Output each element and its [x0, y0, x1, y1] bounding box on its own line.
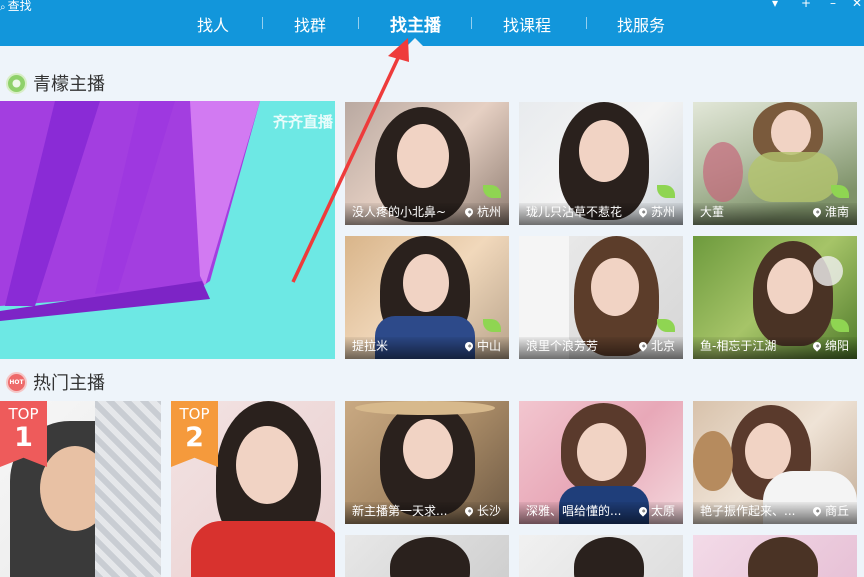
annotation-arrow	[291, 38, 409, 283]
